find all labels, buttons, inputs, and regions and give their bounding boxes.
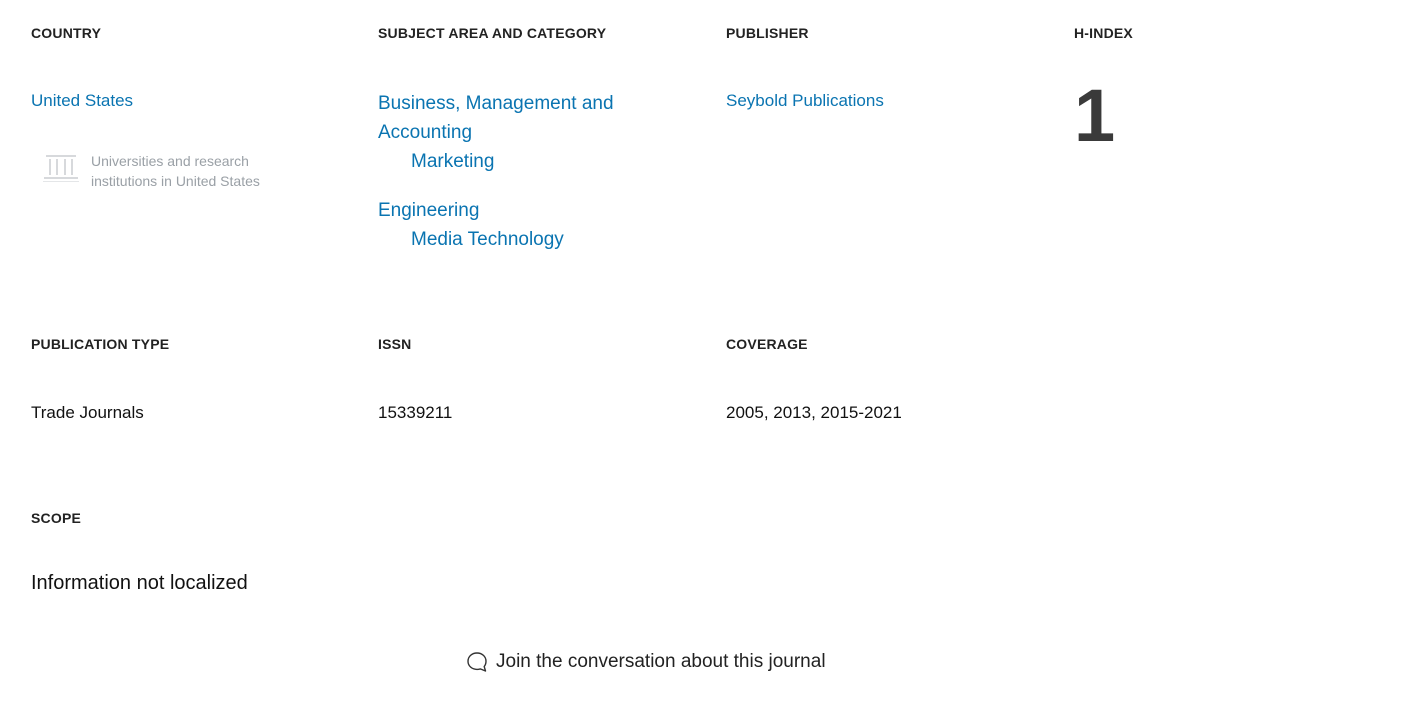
issn-header: ISSN — [378, 336, 412, 352]
country-header: COUNTRY — [31, 25, 102, 41]
universities-link[interactable]: Universities and research institutions i… — [43, 151, 291, 191]
subject-area-link[interactable]: Business, Management and Accounting — [378, 89, 678, 147]
universities-text: Universities and research institutions i… — [91, 153, 260, 189]
coverage-header: COVERAGE — [726, 336, 808, 352]
scope-text: Information not localized — [31, 572, 248, 594]
join-conversation-link[interactable]: Join the conversation about this journal — [466, 651, 826, 673]
subject-category-link[interactable]: Marketing — [378, 147, 678, 176]
issn-value: 15339211 — [378, 403, 453, 422]
join-conversation-label: Join the conversation about this journal — [496, 651, 826, 672]
publisher-link[interactable]: Seybold Publications — [726, 89, 884, 113]
subject-group: Engineering Media Technology — [378, 196, 678, 254]
publisher-header: PUBLISHER — [726, 25, 809, 41]
subject-category-link[interactable]: Media Technology — [378, 225, 678, 254]
hindex-header: H-INDEX — [1074, 25, 1133, 41]
scope-header: SCOPE — [31, 510, 82, 526]
coverage-value: 2005, 2013, 2015-2021 — [726, 403, 902, 422]
subject-area-link[interactable]: Engineering — [378, 196, 678, 225]
hindex-value: 1 — [1074, 74, 1116, 157]
publication-type-value: Trade Journals — [31, 403, 144, 422]
subject-list: Business, Management and Accounting Mark… — [378, 89, 678, 274]
subject-group: Business, Management and Accounting Mark… — [378, 89, 678, 176]
university-icon — [43, 155, 79, 182]
publication-type-header: PUBLICATION TYPE — [31, 336, 170, 352]
speech-bubble-icon — [467, 652, 487, 672]
country-link[interactable]: United States — [31, 89, 133, 113]
subject-header: SUBJECT AREA AND CATEGORY — [378, 25, 607, 41]
